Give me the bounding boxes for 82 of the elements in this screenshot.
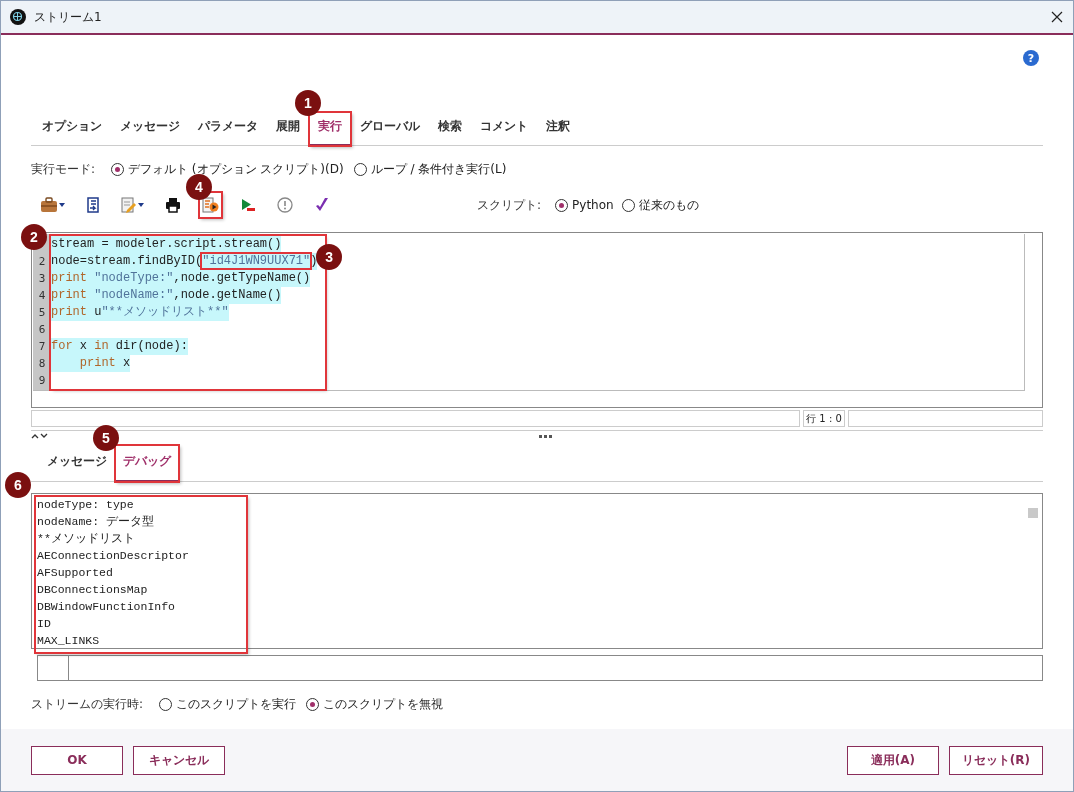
checkmark-icon (314, 197, 330, 213)
printer-icon (165, 197, 181, 213)
caret-icon (59, 203, 65, 207)
play-icon (240, 197, 256, 213)
code-text: node=stream.findByID( (51, 254, 203, 268)
output-line: AFSupported (37, 565, 114, 581)
radio-option[interactable]: このスクリプトを無視 (306, 695, 444, 713)
line-number: 5 (38, 306, 46, 319)
window-title: ストリーム1 (34, 8, 103, 26)
app-logo-icon (10, 9, 26, 25)
tab[interactable]: メッセージ (111, 112, 189, 146)
line-number: 9 (38, 374, 46, 387)
code-text: stream = modeler.script.stream() (51, 237, 282, 251)
radio-option[interactable]: ループ / 条件付き実行(L) (353, 160, 507, 178)
scrollbar-thumb[interactable] (1028, 508, 1038, 518)
document-play-icon (202, 197, 219, 213)
close-icon[interactable] (1051, 11, 1063, 23)
line-number: 3 (38, 272, 46, 285)
cursor-position: 行 1 : 0 (803, 410, 845, 427)
code-keyword: for (51, 339, 73, 353)
code-keyword: print (51, 305, 87, 319)
code-text: ,node.getName() (173, 288, 282, 302)
callout-number: 1 (295, 90, 321, 116)
field-label: ストリームの実行時: (31, 695, 144, 713)
callout-number: 2 (21, 224, 47, 250)
caret-icon (138, 203, 144, 207)
output-line: DBWindowFunctionInfo (37, 599, 177, 615)
grip-icon[interactable] (539, 434, 553, 438)
code-keyword: print (51, 288, 87, 302)
callout-number: 5 (93, 425, 119, 451)
tab[interactable]: 検索 (429, 112, 471, 146)
tab[interactable]: コメント (471, 112, 537, 146)
code-string: "**メソッドリスト**" (101, 305, 229, 319)
output-line: nodeType: type (37, 497, 135, 513)
briefcase-icon (40, 197, 58, 213)
output-line: ID (37, 616, 52, 632)
code-keyword: print (51, 271, 87, 285)
line-number: 6 (38, 323, 46, 336)
code-text: ) (310, 254, 318, 268)
tab[interactable]: 注釈 (537, 112, 579, 146)
code-keyword: print (79, 356, 116, 370)
dialog-button[interactable]: 適用(A) (846, 745, 939, 775)
code-text: u (93, 305, 102, 319)
field-label: 実行モード: (31, 160, 96, 178)
code-text: ,node.getTypeName() (173, 271, 311, 285)
exclamation-circle-icon (277, 197, 293, 213)
code-text: x (78, 339, 88, 353)
output-line: AEConnectionDescriptor (37, 548, 190, 564)
callout-number: 4 (186, 174, 212, 200)
tab[interactable]: デバッグ (115, 445, 179, 482)
code-string: "nodeName:" (93, 288, 174, 302)
output-line: nodeName: データ型 (37, 514, 155, 530)
line-number: 8 (38, 357, 46, 370)
line-number: 2 (38, 255, 46, 268)
line-number: 4 (38, 289, 46, 302)
tab[interactable]: 実行 (309, 112, 351, 146)
radio-option[interactable]: 従来のもの (621, 196, 699, 214)
field-label: スクリプト: (477, 196, 542, 214)
toolbar-button[interactable] (199, 192, 222, 218)
tab[interactable]: グローバル (351, 112, 429, 146)
chevron-up-down-icon[interactable] (31, 433, 49, 439)
callout-number: 3 (316, 244, 343, 270)
radio-option[interactable]: このスクリプトを実行 (159, 695, 297, 713)
dialog-button[interactable]: OK (31, 745, 123, 775)
radio-option[interactable]: Python (555, 198, 614, 212)
help-icon[interactable]: ? (1023, 50, 1039, 66)
code-editor[interactable] (31, 232, 1043, 408)
code-text: dir(node): (114, 339, 188, 353)
output-line: DBConnectionsMap (37, 582, 149, 598)
callout-number: 6 (5, 472, 31, 498)
tab[interactable]: パラメータ (189, 112, 267, 146)
code-string: "nodeType:" (93, 271, 174, 285)
dialog-button[interactable]: リセット(R) (948, 745, 1043, 775)
code-keyword: in (94, 339, 109, 353)
code-text: x (122, 356, 131, 370)
line-number: 7 (38, 340, 46, 353)
document-pencil-icon (121, 197, 137, 213)
output-line: MAX_LINKS (37, 633, 101, 649)
dialog-button[interactable]: キャンセル (133, 745, 225, 775)
document-arrow-icon (86, 197, 100, 213)
output-line: **メソッドリスト (37, 531, 136, 547)
tab[interactable]: オプション (33, 112, 111, 146)
